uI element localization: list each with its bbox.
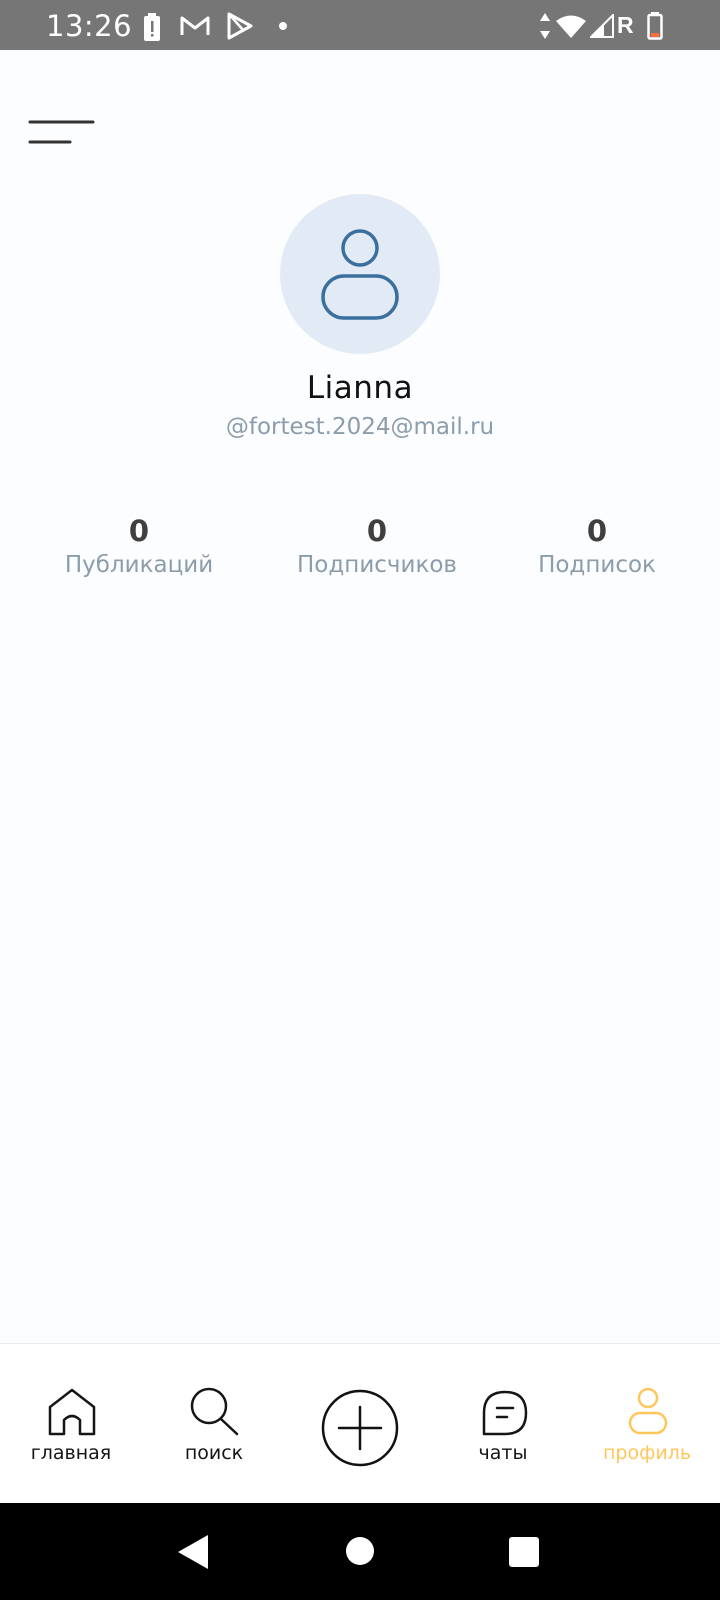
bottom-nav: главная поиск чаты профиль: [0, 1343, 720, 1504]
wifi-icon: [556, 15, 586, 38]
menu-button[interactable]: [22, 104, 102, 156]
back-icon[interactable]: [176, 1534, 210, 1570]
nav-label-search: поиск: [184, 1442, 244, 1464]
menu-icon: [28, 120, 95, 144]
nav-add[interactable]: [300, 1344, 420, 1504]
home-circle-icon[interactable]: [345, 1536, 375, 1566]
data-arrows-icon: [540, 13, 550, 39]
avatar[interactable]: [280, 194, 440, 354]
add-circle-icon: [321, 1389, 399, 1467]
nav-home[interactable]: главная: [11, 1344, 131, 1504]
status-bar: 13:26 R: [0, 0, 720, 50]
stat-value: 0: [128, 514, 150, 548]
profile-icon: [628, 1387, 668, 1435]
stat-following[interactable]: 0 Подписок: [522, 514, 672, 578]
signal-icon: [590, 14, 614, 38]
status-time: 13:26: [46, 9, 133, 43]
stat-value: 0: [366, 514, 388, 548]
search-icon: [190, 1387, 239, 1436]
nav-profile[interactable]: профиль: [587, 1344, 707, 1504]
stat-publications[interactable]: 0 Публикаций: [54, 514, 224, 578]
play-store-icon: [227, 12, 253, 40]
nav-label-home: главная: [30, 1442, 112, 1464]
home-icon: [48, 1388, 96, 1436]
stat-value: 0: [586, 514, 608, 548]
stat-label: Подписчиков: [297, 552, 457, 578]
stat-label: Подписок: [538, 552, 656, 578]
user-icon: [321, 229, 399, 320]
profile-screen: 13:26 R Lianna @fortest.2024@mail.ru 0 П…: [0, 0, 720, 1600]
nav-label-profile: профиль: [602, 1442, 692, 1464]
stat-followers[interactable]: 0 Подписчиков: [280, 514, 474, 578]
recents-icon[interactable]: [508, 1536, 540, 1568]
battery-icon: [647, 12, 663, 40]
dot-icon: [279, 22, 287, 30]
stat-label: Публикаций: [64, 552, 214, 578]
battery-alert-icon: [144, 13, 160, 41]
roaming-indicator: R: [617, 12, 634, 38]
nav-chats[interactable]: чаты: [443, 1344, 563, 1504]
profile-handle: @fortest.2024@mail.ru: [225, 414, 495, 440]
system-nav-bar: [0, 1503, 720, 1600]
nav-search[interactable]: поиск: [154, 1344, 274, 1504]
chat-icon: [482, 1390, 528, 1436]
nav-label-chats: чаты: [478, 1442, 528, 1464]
gmail-icon: [180, 16, 210, 35]
profile-name: Lianna: [306, 370, 414, 406]
